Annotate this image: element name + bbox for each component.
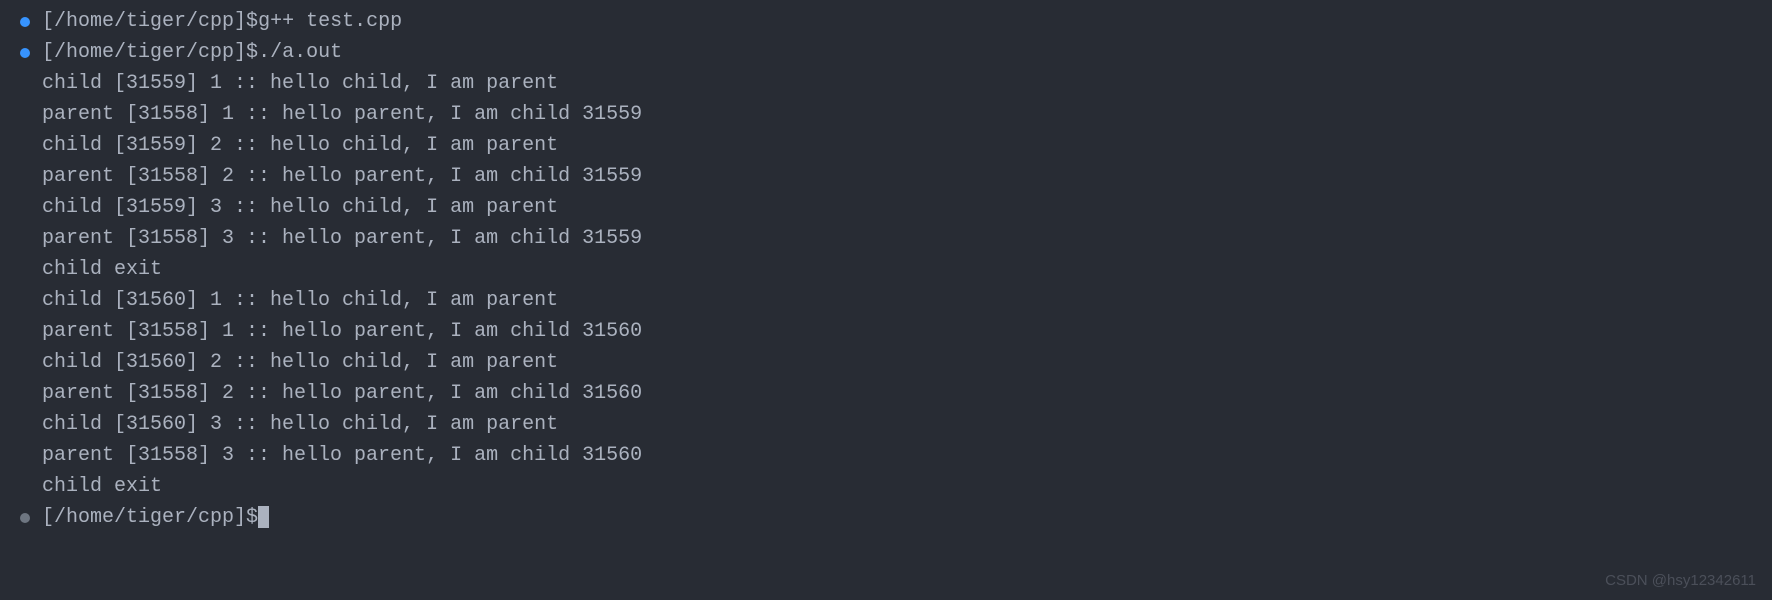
output-text: child [31559] 1 :: hello child, I am par… [42,68,558,99]
output-text: child [31560] 1 :: hello child, I am par… [42,285,558,316]
output-text: parent [31558] 3 :: hello parent, I am c… [42,223,642,254]
prompt-path: [/home/tiger/cpp] [42,6,246,37]
terminal-line: [/home/tiger/cpp]$ [0,502,1772,533]
prompt-path: [/home/tiger/cpp] [42,502,246,533]
watermark-text: CSDN @hsy12342611 [1605,569,1756,592]
terminal-line: parent [31558] 2 :: hello parent, I am c… [0,161,1772,192]
terminal-line: child exit [0,471,1772,502]
prompt-symbol: $ [246,37,258,68]
modified-dot-icon [20,48,30,58]
output-text: child [31560] 3 :: hello child, I am par… [42,409,558,440]
prompt-path: [/home/tiger/cpp] [42,37,246,68]
terminal-line: parent [31558] 3 :: hello parent, I am c… [0,223,1772,254]
terminal-line: [/home/tiger/cpp]$g++ test.cpp [0,6,1772,37]
terminal-line: parent [31558] 1 :: hello parent, I am c… [0,99,1772,130]
command-text: g++ test.cpp [258,6,402,37]
terminal-line: parent [31558] 1 :: hello parent, I am c… [0,316,1772,347]
cursor-icon[interactable] [258,506,269,528]
terminal-line: [/home/tiger/cpp]$./a.out [0,37,1772,68]
gutter-marker [20,513,42,523]
output-text: child exit [42,471,162,502]
terminal-line: child [31559] 2 :: hello child, I am par… [0,130,1772,161]
output-text: parent [31558] 1 :: hello parent, I am c… [42,99,642,130]
output-text: child [31560] 2 :: hello child, I am par… [42,347,558,378]
output-text: parent [31558] 3 :: hello parent, I am c… [42,440,642,471]
terminal-line: child [31559] 1 :: hello child, I am par… [0,68,1772,99]
terminal-line: child [31560] 2 :: hello child, I am par… [0,347,1772,378]
prompt-symbol: $ [246,502,258,533]
output-text: child exit [42,254,162,285]
output-text: parent [31558] 2 :: hello parent, I am c… [42,161,642,192]
prompt-symbol: $ [246,6,258,37]
terminal-line: parent [31558] 2 :: hello parent, I am c… [0,378,1772,409]
output-text: child [31559] 3 :: hello child, I am par… [42,192,558,223]
modified-dot-icon [20,17,30,27]
gutter-marker [20,48,42,58]
terminal-line: parent [31558] 3 :: hello parent, I am c… [0,440,1772,471]
terminal-line: child [31559] 3 :: hello child, I am par… [0,192,1772,223]
output-text: parent [31558] 2 :: hello parent, I am c… [42,378,642,409]
terminal-line: child [31560] 1 :: hello child, I am par… [0,285,1772,316]
output-text: parent [31558] 1 :: hello parent, I am c… [42,316,642,347]
command-text: ./a.out [258,37,342,68]
terminal-line: child exit [0,254,1772,285]
gutter-marker [20,17,42,27]
output-text: child [31559] 2 :: hello child, I am par… [42,130,558,161]
terminal-output[interactable]: [/home/tiger/cpp]$g++ test.cpp[/home/tig… [0,6,1772,533]
prompt-dot-icon [20,513,30,523]
terminal-line: child [31560] 3 :: hello child, I am par… [0,409,1772,440]
